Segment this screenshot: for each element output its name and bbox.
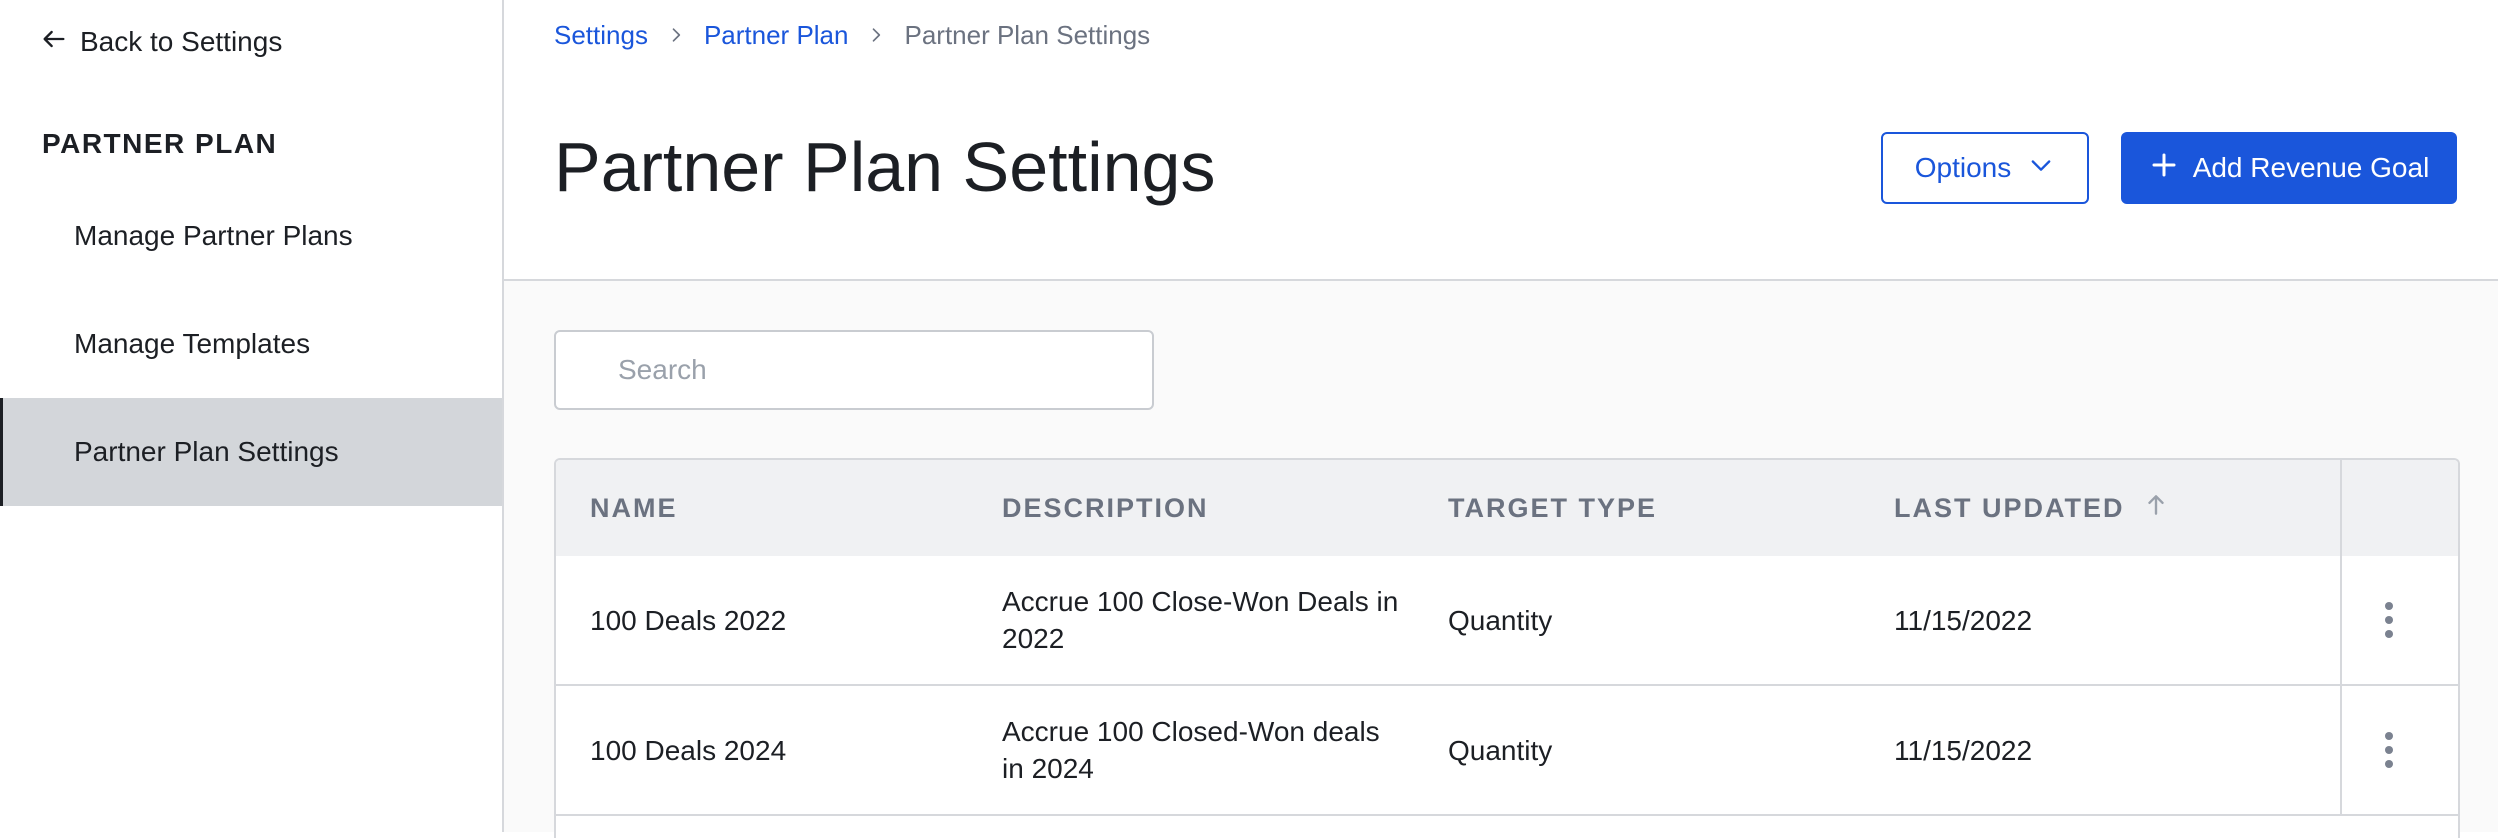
add-revenue-goal-label: Add Revenue Goal <box>2192 152 2430 183</box>
cell-last-updated: 11/15/2022 <box>1894 734 2033 766</box>
cell-actions <box>2340 686 2436 814</box>
sidebar-item-label: Manage Partner Plans <box>74 220 353 251</box>
chevron-right-icon <box>848 25 904 45</box>
sidebar-item-label: Manage Templates <box>74 328 311 359</box>
revenue-goals-table: NAME DESCRIPTION TARGET TYPE LAST UPDATE… <box>554 458 2460 838</box>
column-header-label: NAME <box>590 492 678 523</box>
plus-icon <box>2149 150 2179 187</box>
search-container <box>554 330 1154 410</box>
column-header-actions <box>2340 460 2436 556</box>
cell-last-updated: 11/15/2022 <box>1894 604 2033 636</box>
table-row[interactable]: 100 Deals 2022 Accrue 100 Close-Won Deal… <box>556 556 2458 686</box>
cell-name: 100 Deals 2022 <box>590 604 787 636</box>
column-header-label: TARGET TYPE <box>1448 492 1658 523</box>
main-content: Settings Partner Plan Partner Plan Setti… <box>504 0 2498 838</box>
cell-description: Accrue 100 Close-Won Deals in 2022 <box>1002 586 1399 654</box>
column-header-description[interactable]: DESCRIPTION <box>1002 493 1448 524</box>
cell-actions <box>2340 556 2436 684</box>
page-title: Partner Plan Settings <box>554 128 1216 206</box>
column-header-target-type[interactable]: TARGET TYPE <box>1448 493 1894 524</box>
cell-target-type: Quantity <box>1448 734 1553 766</box>
sidebar-item-manage-partner-plans[interactable]: Manage Partner Plans <box>0 182 502 290</box>
arrow-up-icon <box>2143 492 2169 525</box>
column-header-label: LAST UPDATED <box>1894 492 2125 523</box>
kebab-menu-icon[interactable] <box>2369 720 2409 780</box>
sidebar-item-partner-plan-settings[interactable]: Partner Plan Settings <box>0 398 502 506</box>
page-header: Settings Partner Plan Partner Plan Setti… <box>504 0 2498 281</box>
sidebar-nav: Manage Partner Plans Manage Templates Pa… <box>0 182 502 506</box>
column-header-label: DESCRIPTION <box>1002 492 1209 523</box>
options-button-label: Options <box>1914 152 2012 183</box>
chevron-down-icon <box>2027 151 2055 186</box>
kebab-menu-icon[interactable] <box>2369 590 2409 650</box>
sidebar-section-heading: PARTNER PLAN <box>42 128 278 159</box>
column-header-name[interactable]: NAME <box>556 493 1002 524</box>
table-row[interactable]: 100 Deals 2024 Accrue 100 Closed-Won dea… <box>556 686 2458 816</box>
breadcrumb-partner-plan[interactable]: Partner Plan <box>704 20 849 51</box>
breadcrumb-current: Partner Plan Settings <box>904 19 1151 50</box>
search-input[interactable] <box>554 330 1154 410</box>
options-button[interactable]: Options <box>1881 132 2089 204</box>
chevron-right-icon <box>648 25 704 45</box>
breadcrumb: Settings Partner Plan Partner Plan Setti… <box>554 18 1150 52</box>
arrow-left-icon <box>40 25 68 60</box>
column-header-last-updated[interactable]: LAST UPDATED <box>1894 492 2340 525</box>
back-to-settings-link[interactable]: Back to Settings <box>40 22 282 62</box>
back-to-settings-label: Back to Settings <box>80 26 283 57</box>
cell-name: 100 Deals 2024 <box>590 734 787 766</box>
add-revenue-goal-button[interactable]: Add Revenue Goal <box>2121 132 2457 204</box>
cell-description: Accrue 100 Closed-Won deals in 2024 <box>1002 716 1380 784</box>
table-header: NAME DESCRIPTION TARGET TYPE LAST UPDATE… <box>556 460 2458 556</box>
breadcrumb-settings[interactable]: Settings <box>554 20 648 51</box>
sidebar-item-manage-templates[interactable]: Manage Templates <box>0 290 502 398</box>
cell-target-type: Quantity <box>1448 604 1553 636</box>
sidebar: Back to Settings PARTNER PLAN Manage Par… <box>0 0 504 832</box>
sidebar-item-label: Partner Plan Settings <box>74 436 339 467</box>
